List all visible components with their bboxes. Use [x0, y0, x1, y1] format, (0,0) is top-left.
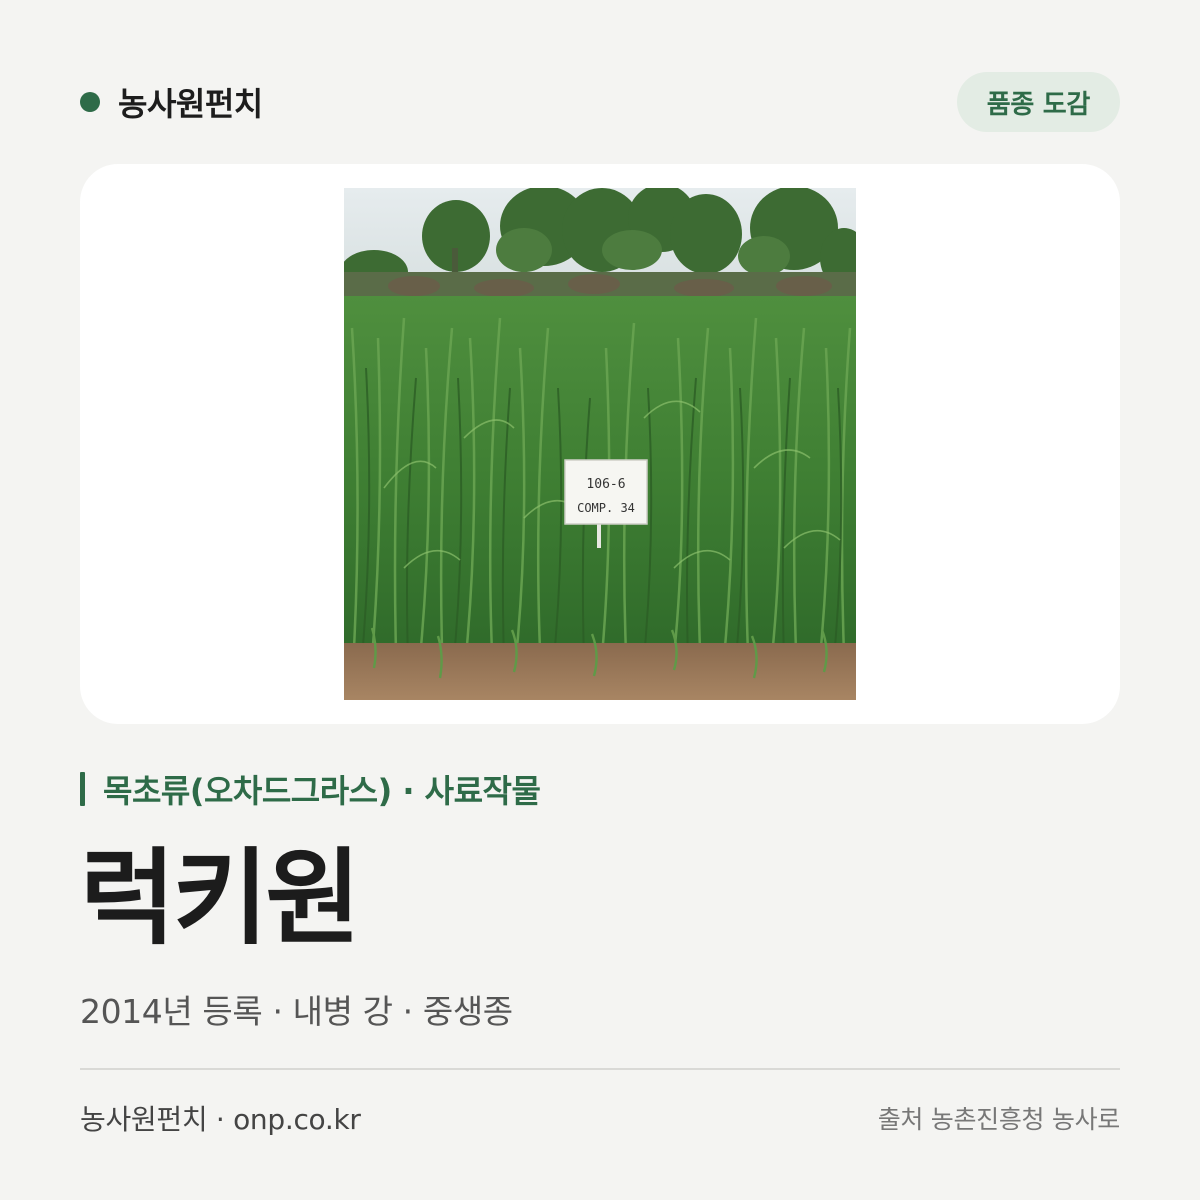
sign-line-1: 106-6	[586, 477, 625, 492]
footer-brand: 농사원펀치 · onp.co.kr	[80, 1103, 361, 1136]
footer-source: 출처 농촌진흥청 농사로	[877, 1105, 1121, 1134]
brand-name: 농사원펀치	[118, 85, 263, 123]
brand-dot-icon	[80, 92, 100, 112]
variety-card-page: 농사원펀치 품종 도감 106-6 COMP. 34 목초류(오차드그라스) ·…	[80, 0, 1120, 1200]
brand: 농사원펀치	[80, 79, 263, 125]
catalog-badge: 품종 도감	[956, 72, 1120, 132]
footer-divider	[80, 1068, 1120, 1070]
category-label: 목초류(오차드그라스) · 사료작물	[103, 772, 541, 810]
category-row: 목초류(오차드그라스) · 사료작물	[80, 768, 541, 810]
header: 농사원펀치 품종 도감	[80, 72, 1120, 132]
variety-name: 럭키원	[80, 837, 361, 959]
category-marker-icon	[80, 772, 85, 806]
photo-card: 106-6 COMP. 34	[80, 164, 1120, 724]
variety-details: 2014년 등록 · 내병 강 · 중생종	[80, 992, 513, 1031]
sign-line-2: COMP. 34	[577, 501, 635, 515]
footer: 농사원펀치 · onp.co.kr 출처 농촌진흥청 농사로	[80, 1098, 1120, 1138]
variety-photo: 106-6 COMP. 34	[344, 188, 856, 700]
